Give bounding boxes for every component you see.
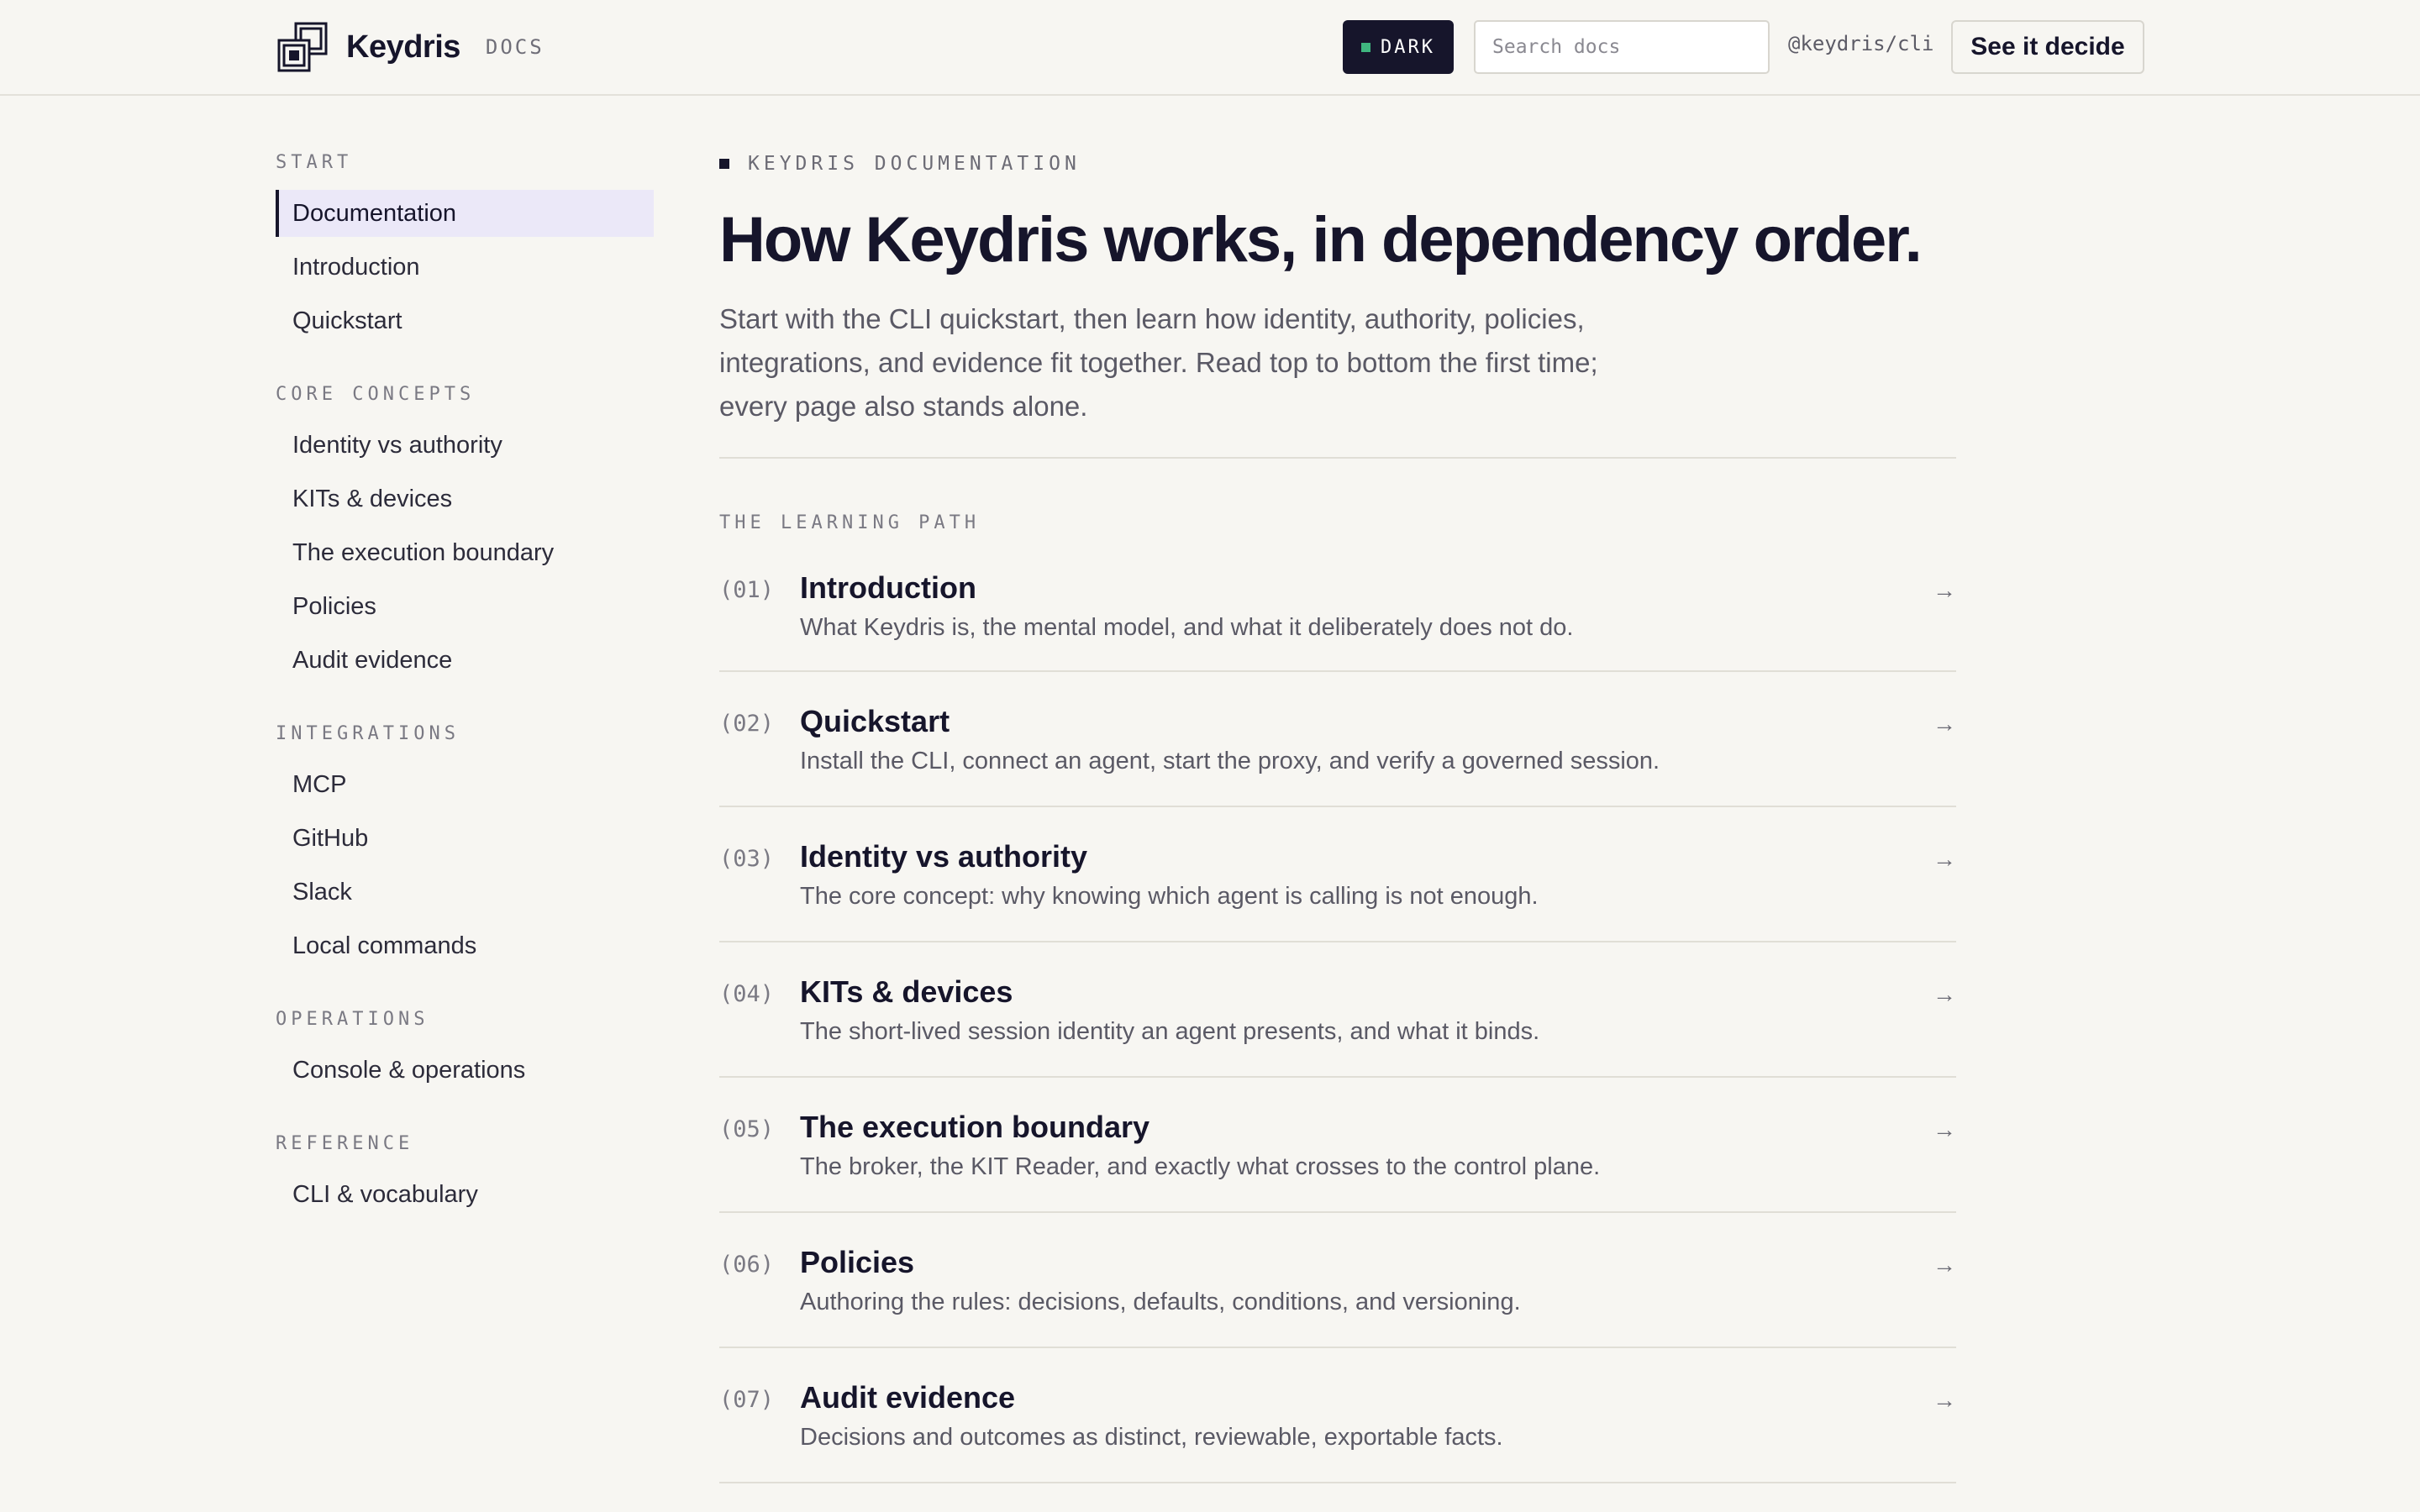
path-step-number: (03) [719, 846, 775, 872]
path-step-number: (01) [719, 577, 775, 603]
sidebar-item-mcp[interactable]: MCP [276, 761, 654, 808]
arrow-right-icon: → [1933, 981, 1956, 1007]
path-step-description: Decisions and outcomes as distinct, revi… [800, 1424, 1503, 1451]
learning-path-item-introduction[interactable]: (01) Introduction What Keydris is, the m… [719, 559, 1956, 672]
nav-section-title: REFERENCE [276, 1133, 414, 1154]
nav-section-title: CORE CONCEPTS [276, 384, 476, 405]
nav-section-operations: OPERATIONS Console & operations [276, 1008, 654, 1094]
arrow-right-icon: → [1933, 1116, 1956, 1142]
sidebar-item-policies[interactable]: Policies [276, 583, 654, 630]
status-dot-icon [1361, 42, 1370, 52]
learning-path-item-execution-boundary[interactable]: (05) The execution boundary The broker, … [719, 1078, 1956, 1213]
sidebar-item-introduction[interactable]: Introduction [276, 244, 654, 291]
learning-path-item-quickstart[interactable]: (02) Quickstart Install the CLI, connect… [719, 672, 1956, 807]
sidebar-item-audit-evidence[interactable]: Audit evidence [276, 637, 654, 684]
keydris-logo-icon [277, 22, 328, 72]
sidebar-item-kits-devices[interactable]: KITs & devices [276, 475, 654, 522]
path-step-number: (07) [719, 1387, 775, 1413]
page-title: How Keydris works, in dependency order. [719, 204, 1923, 276]
path-step-title: KITs & devices [800, 974, 1013, 1009]
path-step-title: Audit evidence [800, 1380, 1016, 1415]
learning-path-title: THE LEARNING PATH [719, 512, 981, 533]
nav-section-reference: REFERENCE CLI & vocabulary [276, 1132, 654, 1218]
section-divider [719, 457, 1956, 459]
brand-name: Keydris [346, 29, 460, 65]
nav-section-integrations: INTEGRATIONS MCP GitHub Slack Local comm… [276, 722, 654, 969]
path-step-title: Introduction [800, 570, 976, 605]
learning-path-item-audit-evidence[interactable]: (07) Audit evidence Decisions and outcom… [719, 1348, 1956, 1483]
page-intro: Start with the CLI quickstart, then lear… [719, 303, 1598, 422]
path-step-description: Authoring the rules: decisions, defaults… [800, 1289, 1521, 1315]
path-step-number: (02) [719, 711, 775, 737]
top-header: Keydris DOCS DARK @keydris/cli See it de… [0, 0, 2420, 96]
nav-section-title: OPERATIONS [276, 1009, 429, 1030]
brand-link[interactable]: Keydris DOCS [277, 21, 544, 73]
nav-section-start: START Documentation Introduction Quickst… [276, 151, 654, 344]
theme-toggle-button[interactable]: DARK [1343, 20, 1454, 74]
sidebar-item-documentation[interactable]: Documentation [276, 190, 654, 237]
path-step-description: Install the CLI, connect an agent, start… [800, 748, 1660, 774]
path-step-title: Quickstart [800, 704, 950, 738]
sidebar-item-slack[interactable]: Slack [276, 869, 654, 916]
learning-path-item-policies[interactable]: (06) Policies Authoring the rules: decis… [719, 1213, 1956, 1348]
learning-path-item-kits-devices[interactable]: (04) KITs & devices The short-lived sess… [719, 942, 1956, 1078]
arrow-right-icon: → [1933, 1252, 1956, 1278]
arrow-right-icon: → [1933, 1387, 1956, 1413]
nav-section-title: INTEGRATIONS [276, 723, 460, 744]
page-eyebrow: KEYDRIS DOCUMENTATION [719, 151, 1956, 176]
sidebar-item-local-commands[interactable]: Local commands [276, 922, 654, 969]
eyebrow-label: KEYDRIS DOCUMENTATION [748, 153, 1081, 175]
arrow-right-icon: → [1933, 577, 1956, 603]
path-step-number: (04) [719, 981, 775, 1007]
arrow-right-icon: → [1933, 711, 1956, 737]
theme-toggle-label: DARK [1381, 36, 1435, 58]
sidebar-item-execution-boundary[interactable]: The execution boundary [276, 529, 654, 576]
sidebar-item-identity-vs-authority[interactable]: Identity vs authority [276, 422, 654, 469]
path-step-title: Identity vs authority [800, 839, 1088, 874]
docs-sidebar: START Documentation Introduction Quickst… [276, 151, 654, 1257]
path-step-description: The broker, the KIT Reader, and exactly … [800, 1153, 1601, 1180]
arrow-right-icon: → [1933, 846, 1956, 872]
sidebar-item-console-operations[interactable]: Console & operations [276, 1047, 654, 1094]
eyebrow-square-icon [719, 159, 729, 169]
path-step-number: (06) [719, 1252, 775, 1278]
nav-section-core-concepts: CORE CONCEPTS Identity vs authority KITs… [276, 383, 654, 684]
path-step-description: The core concept: why knowing which agen… [800, 883, 1539, 910]
sidebar-item-github[interactable]: GitHub [276, 815, 654, 862]
brand-docs-tag: DOCS [485, 35, 544, 59]
path-step-title: Policies [800, 1245, 915, 1279]
docs-main-content: KEYDRIS DOCUMENTATION How Keydris works,… [719, 151, 1956, 1483]
see-it-decide-button[interactable]: See it decide [1951, 20, 2144, 74]
sidebar-item-cli-vocabulary[interactable]: CLI & vocabulary [276, 1171, 654, 1218]
sidebar-item-quickstart[interactable]: Quickstart [276, 297, 654, 344]
path-step-description: What Keydris is, the mental model, and w… [800, 614, 1574, 641]
learning-path-list: (01) Introduction What Keydris is, the m… [719, 559, 1956, 1483]
package-link[interactable]: @keydris/cli [1788, 32, 1933, 55]
nav-section-title: START [276, 152, 353, 173]
path-step-title: The execution boundary [800, 1110, 1150, 1144]
learning-path-item-identity-vs-authority[interactable]: (03) Identity vs authority The core conc… [719, 807, 1956, 942]
search-input[interactable] [1474, 20, 1770, 74]
path-step-number: (05) [719, 1116, 775, 1142]
path-step-description: The short-lived session identity an agen… [800, 1018, 1540, 1045]
